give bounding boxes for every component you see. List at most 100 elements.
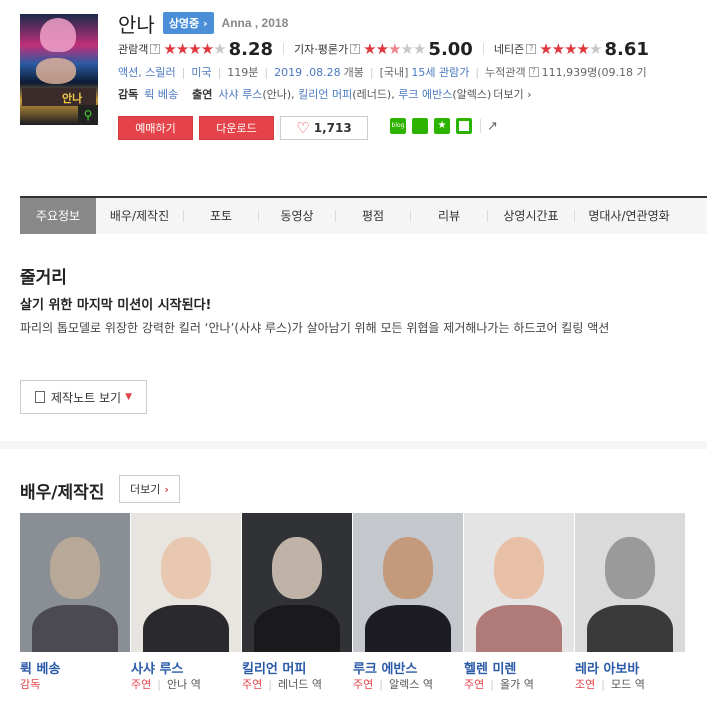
tab-video[interactable]: 동영상 — [259, 198, 335, 234]
runtime: 119분 — [227, 66, 259, 79]
synopsis-heading: 줄거리 — [20, 268, 67, 288]
tab-photo[interactable]: 포토 — [184, 198, 258, 234]
synopsis-text: 파리의 톱모델로 위장한 강력한 킬러 ‘안나’(사샤 루스)가 살아남기 위해… — [20, 321, 610, 335]
movie-title: 안나 — [118, 12, 155, 37]
rating-score: 8.61 — [604, 38, 649, 60]
cast-link[interactable]: 킬리언 머피 — [298, 86, 352, 102]
divider — [283, 43, 285, 55]
poster-title: 안나 — [62, 92, 83, 105]
cast-name[interactable]: 킬리언 머피 — [242, 658, 353, 677]
cast-link[interactable]: 사샤 루스 — [218, 86, 262, 102]
cast-role: 주연 | 안나 역 — [131, 678, 201, 691]
cast-role: 주연 | 레너드 역 — [242, 678, 322, 691]
tab-rating[interactable]: 평점 — [336, 198, 410, 234]
synopsis-tagline: 살기 위한 마지막 미션이 시작된다! — [20, 298, 212, 313]
reserve-button[interactable]: 예매하기 — [118, 116, 193, 140]
credits-more-link[interactable]: 더보기 › — [493, 86, 531, 102]
cast-role: 조연 | 모드 역 — [575, 678, 645, 691]
age-rating-link[interactable]: 15세 관람가 — [411, 64, 469, 80]
share-link-icon[interactable]: ↗ — [487, 119, 498, 134]
cast-role: 주연 | 올가 역 — [464, 678, 534, 691]
share-icons: blog ★ ↗ — [390, 118, 498, 134]
download-button[interactable]: 다운로드 — [199, 116, 274, 140]
poster-figure — [40, 18, 76, 52]
cast-more-label: 더보기 — [130, 483, 161, 496]
genre-link[interactable]: 액션, 스릴러 — [118, 64, 176, 80]
cast-name[interactable]: 뤽 베송 — [20, 658, 131, 677]
audience-count: 111,939명 — [541, 66, 598, 79]
cast-card[interactable]: 킬리언 머피 주연 | 레너드 역 — [242, 513, 353, 692]
meta-row: 액션, 스릴러 | 미국 | 119분 | 2019 .08.28 개봉 | [… — [118, 64, 647, 80]
action-buttons: 예매하기 다운로드 ♡ 1,713 — [118, 116, 368, 140]
zoom-icon[interactable]: ⚲ — [78, 105, 98, 125]
like-count: 1,713 — [313, 121, 352, 135]
poster-band — [22, 88, 96, 106]
cast-link[interactable]: 루크 에반스 — [398, 86, 452, 102]
star-rating: ★★★★★ — [163, 40, 226, 58]
audience-label: 누적관객 — [485, 66, 526, 79]
tab-showtimes[interactable]: 상영시간표 — [488, 198, 574, 234]
tab-quotes[interactable]: 명대사/연관영화 — [575, 198, 683, 234]
section-divider — [0, 441, 707, 449]
rating-critic: 기자·평론가 ? ★★★★★ 5.00 — [294, 39, 473, 60]
cast-photo[interactable] — [464, 513, 574, 652]
cast-list: 뤽 베송 감독 사샤 루스 주연 | 안나 역 킬리언 머피 주연 | 레너드 역 루크… — [20, 513, 686, 692]
tab-main-info[interactable]: 주요정보 — [20, 198, 96, 234]
cast-label: 출연 — [192, 88, 213, 101]
tab-review[interactable]: 리뷰 — [411, 198, 487, 234]
divider — [482, 43, 484, 55]
ratings-row: 관람객 ? ★★★★★ 8.28 기자·평론가 ? ★★★★★ 5.00 네티즌… — [118, 38, 649, 60]
production-note-label: 제작노트 보기 — [51, 390, 122, 405]
rating-label: 네티즌 — [493, 43, 525, 56]
tab-bar: 주요정보 배우/제작진 포토 동영상 평점 리뷰 상영시간표 명대사/연관영화 — [20, 196, 707, 234]
director-label: 감독 — [118, 88, 139, 101]
release-date-link[interactable]: 2019 .08.28 — [274, 66, 340, 79]
title-row: 안나 상영중 › Anna , 2018 — [118, 10, 289, 37]
cast-card[interactable]: 사샤 루스 주연 | 안나 역 — [131, 513, 242, 692]
chevron-right-icon: › — [164, 482, 169, 496]
cast-photo[interactable] — [20, 513, 130, 652]
bookmark-share-icon[interactable]: ★ — [434, 118, 450, 134]
cast-heading: 배우/제작진 — [20, 483, 105, 503]
cast-photo[interactable] — [575, 513, 685, 652]
rating-label: 기자·평론가 — [294, 43, 349, 56]
rating-score: 5.00 — [428, 38, 473, 60]
heart-icon: ♡ — [296, 119, 310, 137]
production-note-button[interactable]: 제작노트 보기 ▼ — [20, 380, 147, 414]
help-icon[interactable]: ? — [350, 44, 361, 54]
rating-netizen: 네티즌 ? ★★★★★ 8.61 — [494, 39, 649, 60]
cast-photo[interactable] — [242, 513, 352, 652]
cast-photo[interactable] — [131, 513, 241, 652]
release-suffix: 개봉 — [343, 66, 364, 79]
poster-figure — [36, 58, 76, 84]
cast-name[interactable]: 사샤 루스 — [131, 658, 242, 677]
audience-date: (09.18 기 — [597, 66, 647, 79]
like-button[interactable]: ♡ 1,713 — [280, 116, 368, 140]
band-share-icon[interactable] — [412, 118, 428, 134]
cast-name[interactable]: 루크 에반스 — [353, 658, 464, 677]
cast-card[interactable]: 뤽 베송 감독 — [20, 513, 131, 692]
status-badge[interactable]: 상영중 › — [162, 12, 214, 34]
tab-cast[interactable]: 배우/제작진 — [96, 198, 183, 234]
cast-name[interactable]: 헬렌 미렌 — [464, 658, 575, 677]
director-link[interactable]: 뤽 베송 — [144, 86, 178, 102]
rating-score: 8.28 — [228, 38, 274, 60]
cast-card[interactable]: 레라 아보바 조연 | 모드 역 — [575, 513, 686, 692]
cast-card[interactable]: 루크 에반스 주연 | 알렉스 역 — [353, 513, 464, 692]
help-icon[interactable]: ? — [150, 44, 161, 54]
original-title: Anna , 2018 — [221, 16, 289, 30]
memo-share-icon[interactable] — [456, 118, 472, 134]
help-icon[interactable]: ? — [528, 67, 539, 77]
help-icon[interactable]: ? — [526, 44, 537, 54]
movie-poster[interactable]: 안나 ⚲ — [20, 14, 98, 125]
cast-card[interactable]: 헬렌 미렌 주연 | 올가 역 — [464, 513, 575, 692]
cast-name[interactable]: 레라 아보바 — [575, 658, 686, 677]
blog-share-icon[interactable]: blog — [390, 118, 406, 134]
star-rating: ★★★★★ — [363, 40, 426, 58]
country-link[interactable]: 미국 — [191, 64, 211, 80]
rating-prefix: [국내] — [379, 66, 409, 79]
star-rating: ★★★★★ — [539, 40, 602, 58]
cast-photo[interactable] — [353, 513, 463, 652]
cast-more-button[interactable]: 더보기 › — [119, 475, 180, 503]
rating-label: 관람객 — [118, 43, 149, 56]
